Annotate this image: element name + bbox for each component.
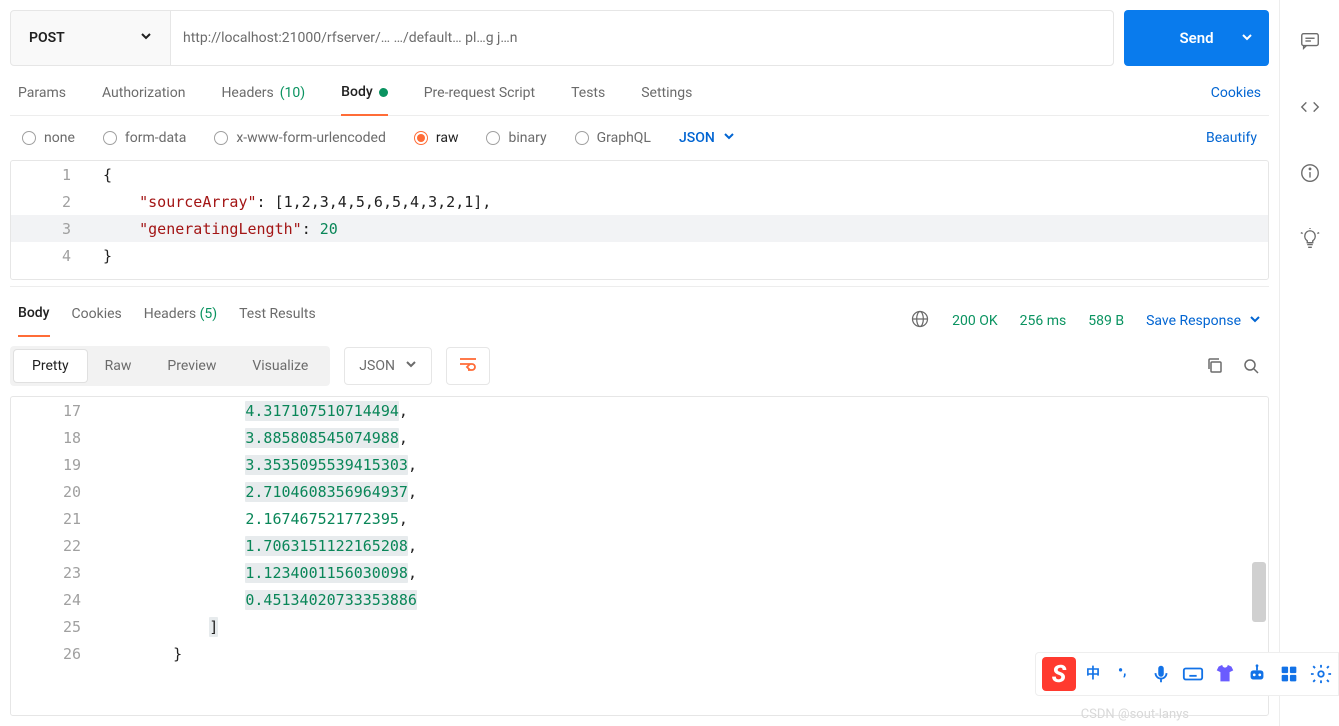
gear-icon[interactable] (1310, 663, 1332, 685)
ime-lang-icon[interactable]: 中 (1086, 663, 1108, 685)
keyboard-icon[interactable] (1182, 663, 1204, 685)
response-toolbar: Pretty Raw Preview Visualize JSON (10, 336, 1269, 396)
resp-tab-testresults[interactable]: Test Results (239, 306, 316, 336)
headers-count: (10) (280, 85, 305, 101)
beautify-button[interactable]: Beautify (1206, 130, 1257, 146)
request-tabs: Params Authorization Headers (10) Body P… (10, 66, 1269, 116)
request-body-editor[interactable]: 1{ 2 "sourceArray": [1,2,3,4,5,6,5,4,3,2… (10, 160, 1269, 280)
send-label: Send (1179, 29, 1213, 47)
tab-settings[interactable]: Settings (641, 85, 692, 115)
code-icon[interactable] (1299, 96, 1321, 122)
lightbulb-icon[interactable] (1299, 228, 1321, 254)
tab-authorization[interactable]: Authorization (102, 85, 185, 115)
ime-toolbar: S 中 •, (1035, 652, 1339, 696)
ime-punct-icon[interactable]: •, (1118, 663, 1140, 685)
response-line: 17 4.317107510714494, (11, 397, 1268, 424)
globe-icon[interactable] (910, 309, 930, 333)
wrap-lines-button[interactable] (446, 347, 490, 385)
response-line: 23 1.1234001156030098, (11, 559, 1268, 586)
response-line: 24 0.45134020733353886 (11, 586, 1268, 613)
tab-tests[interactable]: Tests (571, 85, 605, 115)
chevron-down-icon (140, 30, 152, 46)
body-type-xform[interactable]: x-www-form-urlencoded (214, 130, 386, 146)
response-line: 20 2.7104608356964937, (11, 478, 1268, 505)
response-header: Body Cookies Headers (5) Test Results 20… (10, 286, 1269, 336)
chevron-down-icon (1249, 313, 1261, 329)
response-format-select[interactable]: JSON (344, 347, 432, 385)
method-url-container: POST http://localhost:21000/rfserver/… …… (10, 10, 1114, 66)
save-response-button[interactable]: Save Response (1146, 313, 1261, 329)
tab-prerequest[interactable]: Pre-request Script (424, 85, 535, 115)
chevron-down-icon (723, 130, 735, 146)
send-button[interactable]: Send (1124, 10, 1269, 66)
body-type-raw[interactable]: raw (414, 130, 459, 146)
http-method-select[interactable]: POST (11, 11, 171, 65)
body-format-select[interactable]: JSON (679, 130, 735, 146)
mic-icon[interactable] (1150, 663, 1172, 685)
cookies-link[interactable]: Cookies (1211, 85, 1261, 115)
copy-icon[interactable] (1197, 348, 1233, 384)
method-label: POST (29, 30, 65, 46)
shirt-icon[interactable] (1214, 663, 1236, 685)
grid-icon[interactable] (1278, 663, 1300, 685)
view-preview[interactable]: Preview (149, 350, 234, 382)
tab-body[interactable]: Body (341, 84, 388, 116)
body-type-formdata[interactable]: form-data (103, 130, 186, 146)
response-line: 22 1.7063151122165208, (11, 532, 1268, 559)
response-line: 25 ] (11, 613, 1268, 640)
sogou-icon[interactable]: S (1042, 657, 1076, 691)
tab-params[interactable]: Params (18, 85, 66, 115)
view-visualize[interactable]: Visualize (234, 350, 326, 382)
resp-tab-body[interactable]: Body (18, 305, 50, 337)
body-type-row: none form-data x-www-form-urlencoded raw… (10, 116, 1269, 160)
comments-icon[interactable] (1299, 30, 1321, 56)
right-sidebar (1279, 0, 1339, 726)
view-raw[interactable]: Raw (87, 350, 150, 382)
resp-tab-cookies[interactable]: Cookies (72, 306, 122, 336)
resp-tab-headers[interactable]: Headers (5) (144, 306, 217, 336)
response-line: 19 3.3535095539415303, (11, 451, 1268, 478)
robot-icon[interactable] (1246, 663, 1268, 685)
view-pretty[interactable]: Pretty (14, 350, 87, 382)
watermark: CSDN @sout-lanys (1081, 707, 1189, 722)
response-line: 21 2.167467521772395, (11, 505, 1268, 532)
info-icon[interactable] (1299, 162, 1321, 188)
body-type-none[interactable]: none (22, 130, 75, 146)
body-type-binary[interactable]: binary (486, 130, 546, 146)
body-type-graphql[interactable]: GraphQL (575, 130, 651, 146)
search-icon[interactable] (1233, 348, 1269, 384)
url-input[interactable]: http://localhost:21000/rfserver/… …/defa… (171, 11, 1113, 65)
chevron-down-icon[interactable] (1241, 29, 1253, 47)
body-indicator-dot (379, 88, 388, 97)
response-line: 18 3.885808545074988, (11, 424, 1268, 451)
status-size: 589 B (1088, 313, 1124, 329)
status-code: 200 OK (952, 313, 998, 329)
chevron-down-icon (405, 358, 417, 374)
tab-headers[interactable]: Headers (10) (221, 85, 305, 115)
status-time: 256 ms (1020, 313, 1067, 329)
